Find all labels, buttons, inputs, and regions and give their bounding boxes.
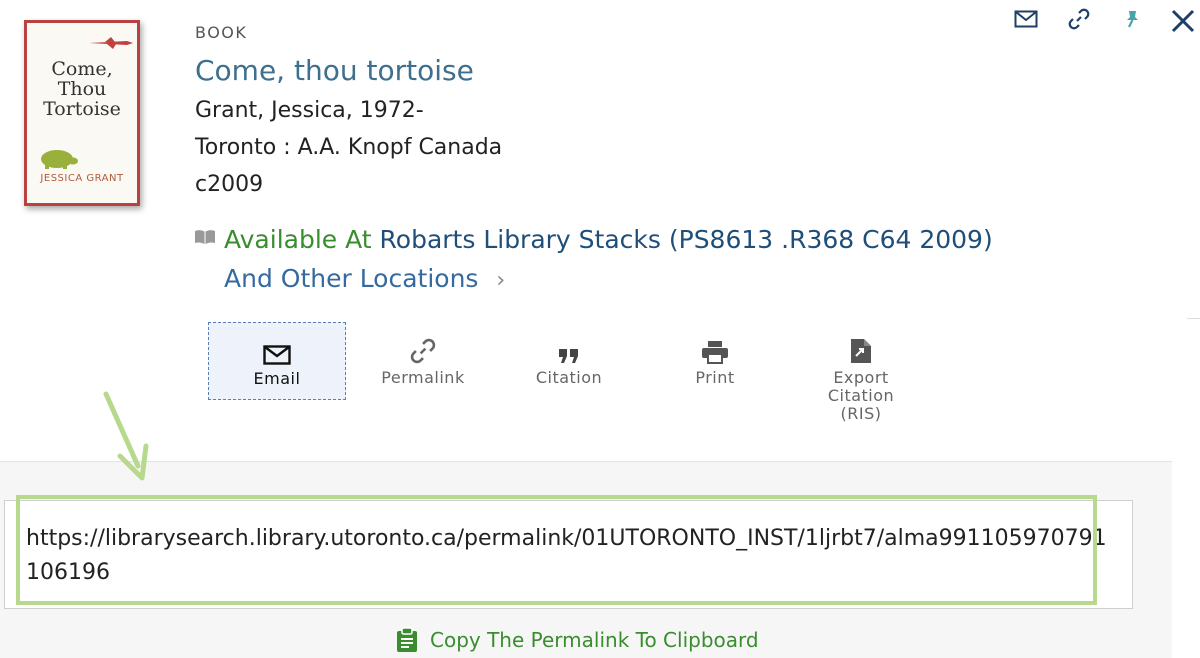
close-icon[interactable]	[1168, 6, 1198, 36]
export-ris-action-button[interactable]: Export Citation (RIS)	[792, 322, 930, 423]
book-cover: Come, Thou Tortoise JESSICA GRANT	[24, 20, 140, 206]
envelope-icon	[209, 339, 345, 365]
tortoise-icon	[41, 150, 78, 169]
annotation-arrow-icon	[103, 391, 149, 481]
resource-type-label: BOOK	[195, 23, 248, 42]
export-ris-action-label: Export Citation (RIS)	[827, 368, 895, 423]
permalink-action-label: Permalink	[381, 368, 465, 387]
print-action-label: Print	[695, 368, 735, 387]
highlight-box	[16, 495, 1097, 605]
printer-icon	[646, 338, 784, 364]
cover-title: Come, Thou Tortoise	[43, 58, 121, 120]
link-icon	[354, 338, 492, 364]
availability-location[interactable]: Robarts Library Stacks (PS8613 .R368 C64…	[380, 225, 993, 254]
record-publisher: Toronto : A.A. Knopf Canada	[195, 135, 503, 160]
citation-action-label: Citation	[535, 368, 603, 387]
availability-status: Available At	[224, 225, 372, 254]
quote-icon	[500, 338, 638, 364]
chevron-right-icon: ›	[496, 268, 506, 293]
clipboard-icon	[397, 627, 417, 652]
pin-icon[interactable]	[1119, 6, 1145, 32]
permalink-action-button[interactable]: Permalink	[354, 322, 492, 400]
cover-author: JESSICA GRANT	[40, 173, 124, 184]
record-date: c2009	[195, 172, 264, 197]
email-action-button[interactable]: Email	[208, 322, 346, 400]
other-locations-link[interactable]: And Other Locations	[224, 264, 478, 293]
book-open-icon	[195, 230, 215, 244]
email-icon[interactable]	[1013, 6, 1039, 32]
export-file-icon	[792, 338, 930, 364]
divider	[1187, 318, 1200, 319]
record-author: Grant, Jessica, 1972-	[195, 98, 424, 123]
availability-statement[interactable]: Available At Robarts Library Stacks (PS8…	[224, 220, 1044, 300]
print-action-button[interactable]: Print	[646, 322, 784, 400]
record-title-link[interactable]: Come, thou tortoise	[195, 54, 474, 87]
copy-permalink-button[interactable]: Copy The Permalink To Clipboard	[396, 627, 759, 653]
citation-action-button[interactable]: Citation	[500, 322, 638, 400]
copy-permalink-label: Copy The Permalink To Clipboard	[430, 628, 759, 652]
email-action-label: Email	[253, 369, 301, 388]
airplane-icon	[89, 37, 133, 49]
link-icon[interactable]	[1066, 6, 1092, 32]
